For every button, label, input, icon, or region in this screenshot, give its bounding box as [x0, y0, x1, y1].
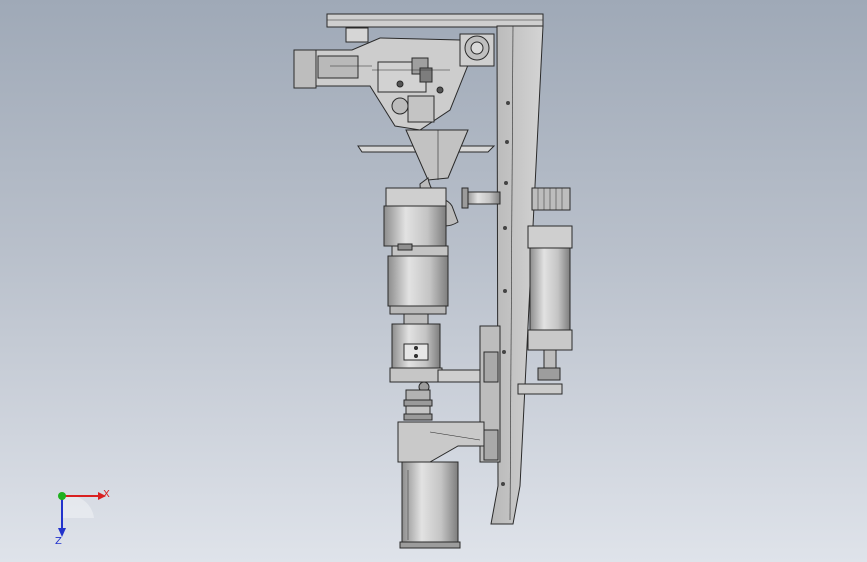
- axis-triad: X Z: [55, 489, 110, 547]
- cad-model-drawing: X Z: [55, 13, 573, 549]
- x-axis-label: X: [103, 489, 110, 500]
- lower-right-arm: [517, 383, 563, 395]
- coupling: [403, 389, 433, 421]
- motor-housing: [383, 187, 449, 315]
- bottom-motor: [399, 461, 461, 549]
- pneumatic-cylinder: [527, 225, 573, 381]
- upper-bracket-assembly: [293, 27, 495, 131]
- lower-bracket: [397, 421, 485, 463]
- top-plate: [326, 13, 544, 28]
- side-shaft: [465, 191, 501, 205]
- cad-viewport[interactable]: X Z: [0, 0, 867, 562]
- middle-drum: [389, 313, 443, 383]
- z-axis-label: Z: [55, 536, 62, 547]
- knurled-knob: [531, 187, 571, 211]
- y-axis-marker: [58, 492, 66, 500]
- funnel: [405, 129, 469, 181]
